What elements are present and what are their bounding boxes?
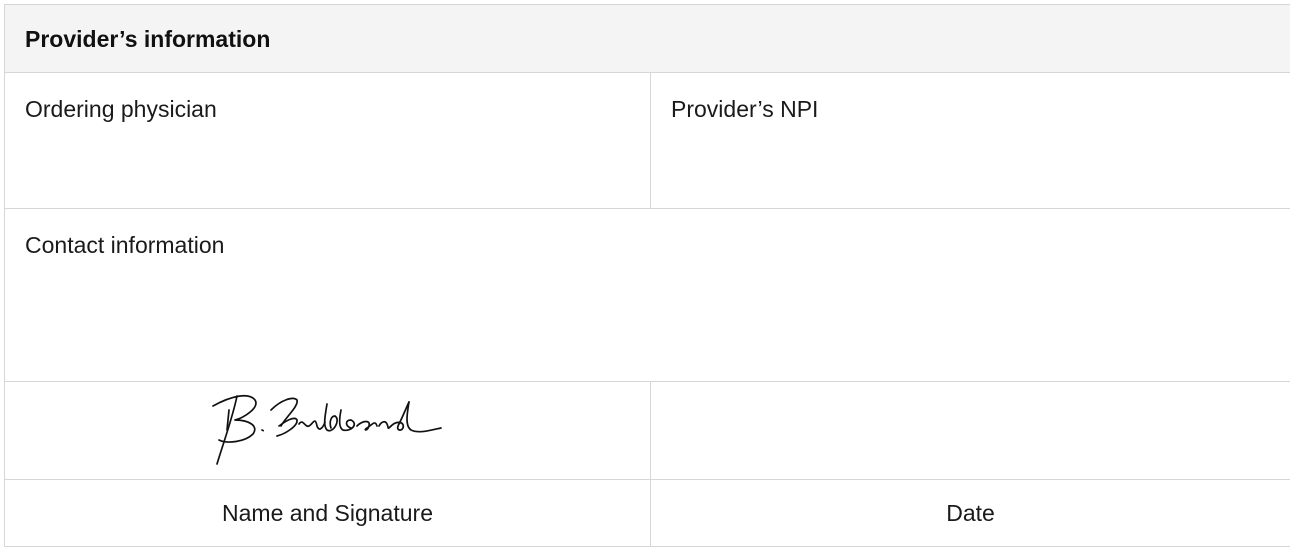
provider-information-form: Provider’s information Ordering physicia… <box>4 4 1290 547</box>
date-label: Date <box>946 500 995 526</box>
handwritten-signature <box>212 394 442 465</box>
date-cell: Date <box>650 480 1290 547</box>
signature-row <box>5 382 1290 480</box>
date-field[interactable] <box>650 382 1290 479</box>
contact-information-label: Contact information <box>25 232 225 258</box>
section-title: Provider’s information <box>25 26 271 52</box>
provider-npi-field[interactable]: Provider’s NPI <box>650 73 1290 208</box>
contact-information-field[interactable]: Contact information <box>5 209 1290 381</box>
ordering-physician-field[interactable]: Ordering physician <box>5 73 650 208</box>
name-and-signature-label: Name and Signature <box>222 500 433 526</box>
section-header: Provider’s information <box>5 5 1290 73</box>
physician-row: Ordering physician Provider’s NPI <box>5 73 1290 209</box>
name-and-signature-cell: Name and Signature <box>5 480 650 547</box>
ordering-physician-label: Ordering physician <box>25 96 217 122</box>
signature-labels-row: Name and Signature Date <box>5 480 1290 547</box>
signature-field[interactable] <box>5 382 650 479</box>
contact-row: Contact information <box>5 209 1290 382</box>
provider-npi-label: Provider’s NPI <box>671 96 819 122</box>
